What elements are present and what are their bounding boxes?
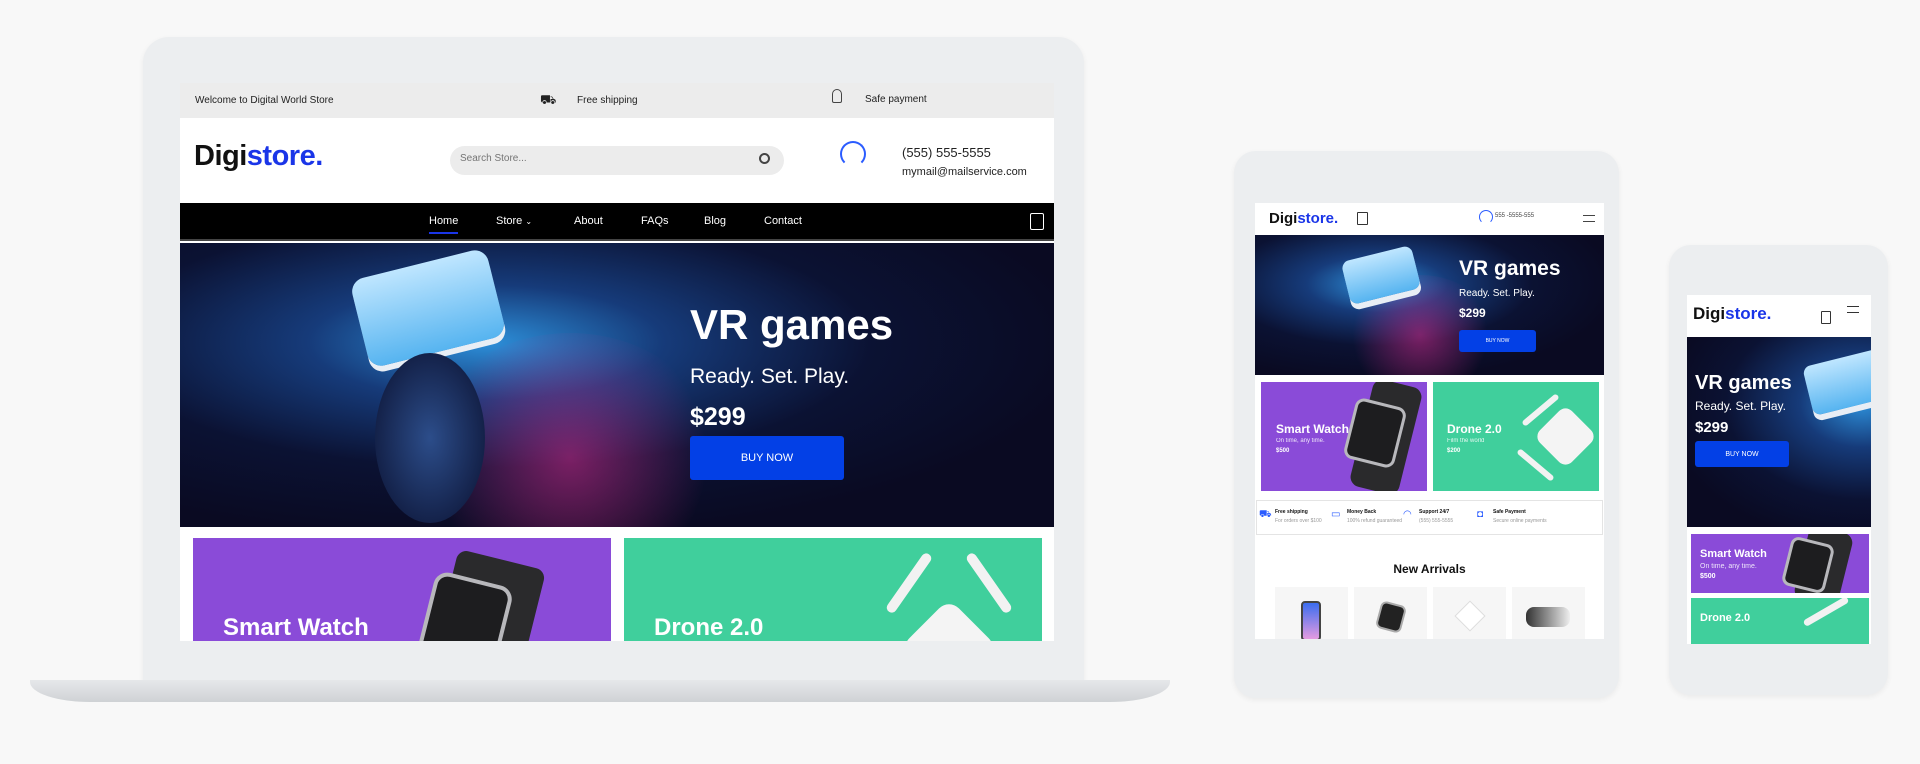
vr-product-image [1526,607,1570,627]
card-price: $200 [1447,448,1461,454]
vr-headset-image [349,247,507,369]
buy-now-button[interactable]: BUY NOW [690,436,844,480]
buy-now-button[interactable]: BUY NOW [1459,330,1536,352]
hero-subtitle: Ready. Set. Play. [1695,399,1786,413]
nav-home[interactable]: Home [429,215,459,234]
free-shipping-text: Free shipping [577,95,638,106]
cart-icon[interactable] [1030,213,1044,230]
card-subtitle: On time, any time. [1276,438,1325,444]
drone-card[interactable]: Drone 2.0 Film the world $200 [1433,382,1599,491]
drone-card[interactable]: Drone 2.0 [1691,598,1869,644]
card-price: $500 [1700,573,1716,580]
card-title: Smart Watch [1700,548,1767,560]
tablet-screen: Digistore. 555 -5555-555 VR games Ready.… [1255,203,1604,639]
drone-card[interactable]: Drone 2.0 [624,538,1042,641]
logo[interactable]: Digistore. [1269,210,1338,227]
topbar: Welcome to Digital World Store ⛟ Free sh… [180,83,1054,118]
laptop-screen: Welcome to Digital World Store ⛟ Free sh… [180,83,1054,641]
hero-banner: VR games Ready. Set. Play. $299 BUY NOW [1255,235,1604,375]
nav-faqs[interactable]: FAQs [641,215,669,227]
smart-watch-card[interactable]: Smart Watch On time, any time. $500 [1261,382,1427,491]
hero-title: VR games [1459,257,1561,280]
nav-about[interactable]: About [574,215,603,227]
headset-icon [840,141,866,167]
nav-store[interactable]: Store ⌄ [496,215,532,227]
header-phone: 555 -5555-555 [1495,213,1535,219]
smart-watch-card[interactable]: Smart Watch On time, any time. $500 [1691,534,1869,593]
new-arrivals-heading: New Arrivals [1393,562,1466,576]
logo[interactable]: Digistore. [194,140,323,173]
card-title: Drone 2.0 [654,614,764,641]
features-bar: ⛟ Free shipping For orders over $100 ▭ Mone… [1256,500,1603,535]
card-subtitle: On time, any time. [1700,563,1757,570]
product-tile[interactable] [1512,587,1585,639]
card-title: Smart Watch [223,614,369,641]
card-title: Drone 2.0 [1447,422,1502,436]
card-title: Smart Watch [1276,422,1349,436]
drone-product-image [1454,600,1486,632]
headset-icon [1479,210,1493,224]
card-title: Drone 2.0 [1700,612,1751,624]
hero-price: $299 [1459,306,1486,320]
hero-title: VR games [1695,372,1792,394]
search-input[interactable] [460,153,740,164]
watch-product-image [1374,600,1408,634]
card-price: $500 [1276,448,1290,454]
nav-contact[interactable]: Contact [764,215,802,227]
phone-screen: Digistore. VR games Ready. Set. Play. $2… [1687,295,1871,644]
hero-banner: VR games Ready. Set. Play. $299 BUY NOW [180,243,1054,527]
product-tile[interactable] [1275,587,1348,639]
card-subtitle: Film the world [1447,438,1485,444]
phone-product-image [1301,601,1321,639]
money-icon: ▭ [1331,509,1341,520]
cart-icon[interactable] [1821,311,1831,324]
search-icon[interactable] [759,153,770,164]
nav-blog[interactable]: Blog [704,215,726,227]
product-tile[interactable] [1354,587,1427,639]
header-email[interactable]: mymail@mailservice.com [902,166,1027,178]
lock-icon: ◘ [1477,509,1484,520]
search-bar[interactable] [450,146,784,175]
cart-icon[interactable] [1357,212,1368,225]
laptop-base [30,680,1170,702]
hero-title: VR games [690,301,894,348]
header-phone: (555) 555-5555 [902,145,991,160]
safe-payment-text: Safe payment [865,94,927,105]
drone-image [899,598,999,641]
hero-subtitle: Ready. Set. Play. [1459,288,1535,299]
feature-free-shipping: ⛟ Free shipping For orders over $100 [1259,509,1322,524]
lock-icon [832,89,842,103]
truck-icon: ⛟ [1259,509,1272,520]
main-nav: Home Store ⌄ About FAQs Blog Contact [180,203,1054,241]
smart-watch-card[interactable]: Smart Watch [193,538,611,641]
buy-now-button[interactable]: BUY NOW [1695,441,1789,467]
hero-subtitle: Ready. Set. Play. [690,365,850,388]
chevron-down-icon: ⌄ [525,217,533,226]
feature-safe-payment: ◘ Safe Payment Secure online payments [1477,509,1547,524]
product-tile[interactable] [1433,587,1506,639]
feature-money-back: ▭ Money Back 100% refund guaranteed [1331,509,1403,524]
hamburger-menu-icon[interactable] [1847,306,1859,313]
headset-icon: ◠ [1403,509,1412,520]
hero-price: $299 [690,403,746,431]
hamburger-menu-icon[interactable] [1583,215,1595,222]
hero-price: $299 [1695,419,1729,436]
logo[interactable]: Digistore. [1693,304,1771,324]
welcome-text: Welcome to Digital World Store [195,95,334,106]
truck-icon: ⛟ [540,92,557,107]
feature-support: ◠ Support 24/7 (555) 555-5555 [1403,509,1454,524]
hero-banner: VR games Ready. Set. Play. $299 BUY NOW [1687,337,1871,527]
